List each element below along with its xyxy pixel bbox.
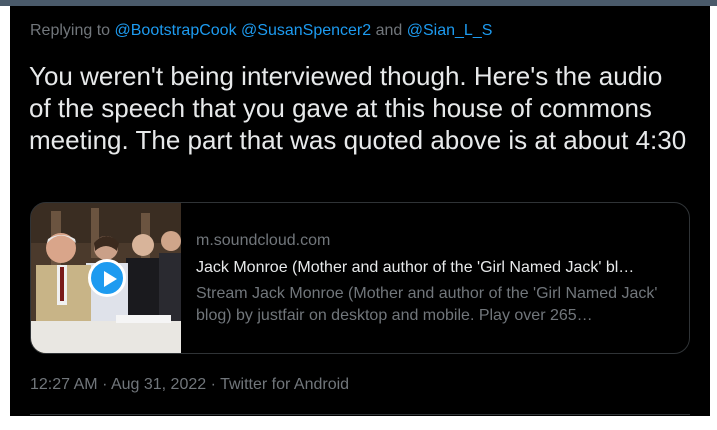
card-domain: m.soundcloud.com: [196, 232, 331, 249]
tweet-time[interactable]: 12:27 AM: [30, 376, 98, 393]
and-label: and: [375, 22, 403, 39]
mention-susanspencer2[interactable]: @SusanSpencer2: [241, 22, 371, 39]
card-body: m.soundcloud.com Jack Monroe (Mother and…: [196, 231, 676, 327]
tweet-source: Twitter for Android: [220, 376, 350, 393]
replying-to-line: Replying to @BootstrapCook @SusanSpencer…: [30, 22, 492, 40]
meta-separator: ·: [102, 376, 108, 393]
card-description: Stream Jack Monroe (Mother and author of…: [196, 285, 658, 324]
tweet-detail: Replying to @BootstrapCook @SusanSpencer…: [10, 6, 710, 416]
mention-sian-l-s[interactable]: @Sian_L_S: [407, 22, 493, 39]
meta-separator: ·: [210, 376, 216, 393]
mention-bootstrapcook[interactable]: @BootstrapCook: [115, 22, 237, 39]
card-title[interactable]: Jack Monroe (Mother and author of the 'G…: [196, 258, 676, 278]
play-icon[interactable]: [88, 259, 126, 297]
tweet-text: You weren't being interviewed though. He…: [29, 61, 687, 155]
replying-to-label: Replying to: [30, 22, 111, 39]
divider: [30, 414, 690, 415]
card-thumbnail: [31, 203, 181, 353]
tweet-meta: 12:27 AM · Aug 31, 2022 · Twitter for An…: [30, 376, 349, 394]
link-card[interactable]: m.soundcloud.com Jack Monroe (Mother and…: [30, 202, 690, 354]
tweet-date[interactable]: Aug 31, 2022: [111, 376, 206, 393]
